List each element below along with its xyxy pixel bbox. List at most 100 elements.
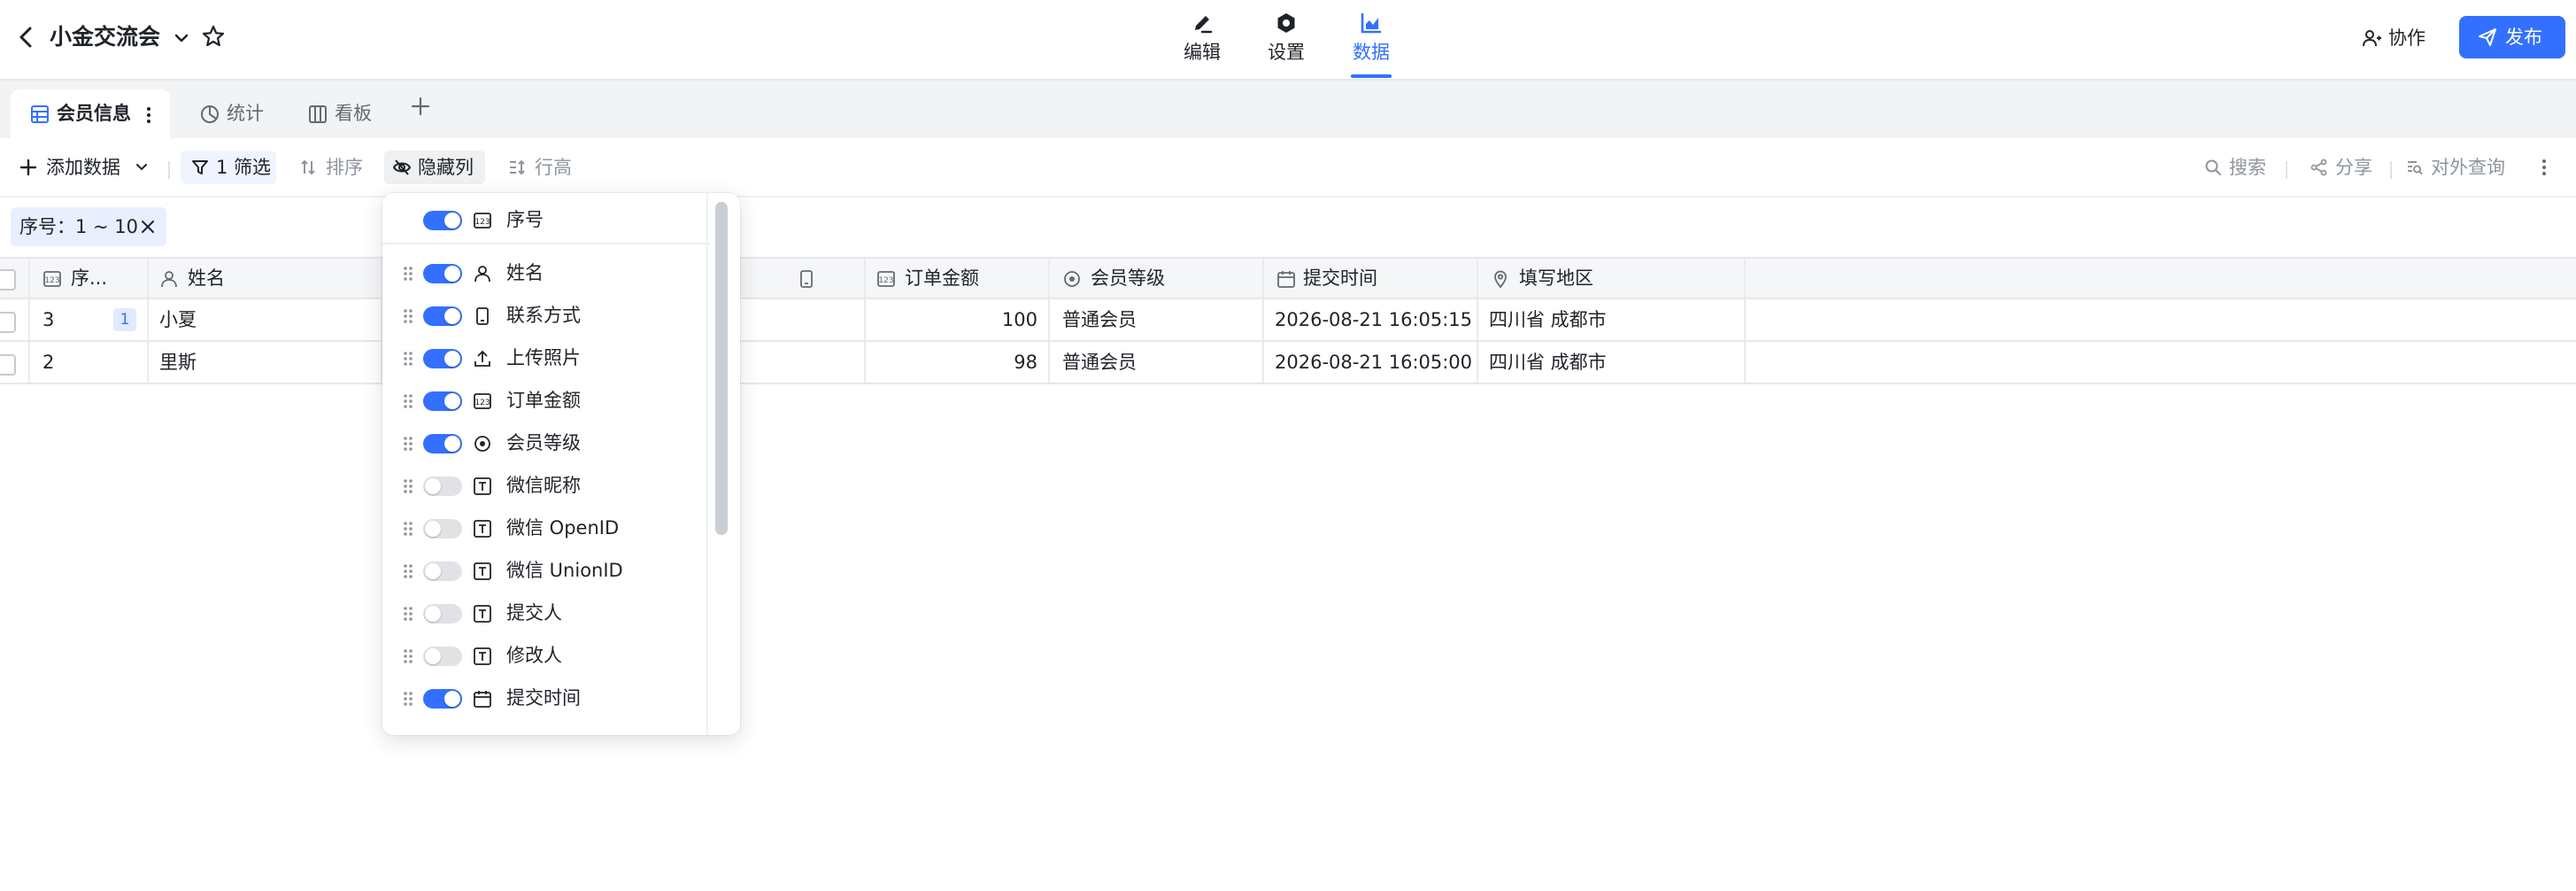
visibility-toggle[interactable] bbox=[423, 689, 462, 709]
calendar-field-icon bbox=[1276, 269, 1296, 289]
drag-handle-icon[interactable] bbox=[402, 264, 414, 283]
field-visibility-row[interactable]: 微信昵称 bbox=[382, 466, 710, 505]
field-visibility-row[interactable]: 姓名 bbox=[382, 253, 710, 292]
collaborators-icon bbox=[2362, 27, 2383, 49]
region-cell[interactable]: 四川省 成都市 bbox=[1478, 342, 1746, 383]
column-header-name[interactable]: 姓名 bbox=[149, 259, 382, 298]
hide-columns-button[interactable]: 隐藏列 bbox=[384, 151, 485, 184]
field-visibility-row[interactable]: 修改人 bbox=[382, 636, 710, 675]
row-checkbox[interactable] bbox=[0, 354, 16, 376]
panel-divider bbox=[382, 243, 710, 244]
visibility-toggle[interactable] bbox=[423, 391, 462, 411]
column-header-submit-time[interactable]: 提交时间 bbox=[1264, 259, 1478, 298]
drag-handle-icon[interactable] bbox=[402, 647, 414, 666]
visibility-toggle[interactable] bbox=[423, 211, 462, 230]
field-visibility-label: 联系方式 bbox=[506, 305, 581, 326]
drag-handle-icon[interactable] bbox=[402, 306, 414, 326]
nav-tab-data[interactable]: 数据 bbox=[1331, 7, 1411, 71]
sort-icon bbox=[299, 159, 317, 176]
search-button[interactable]: 搜索 bbox=[2199, 151, 2275, 184]
settings-icon bbox=[1274, 11, 1299, 35]
top-header: 小金交流会 编辑 设置 数据 协作 发布 bbox=[0, 0, 2576, 81]
field-visibility-row-seq[interactable]: 123 序号 bbox=[382, 200, 710, 239]
visibility-toggle[interactable] bbox=[423, 519, 462, 538]
field-visibility-row[interactable]: 会员等级 bbox=[382, 423, 710, 462]
column-header-seq[interactable]: 123 序... bbox=[30, 259, 149, 298]
drag-handle-icon[interactable] bbox=[402, 391, 414, 411]
filter-button[interactable]: 1 筛选 bbox=[181, 151, 276, 184]
field-visibility-row[interactable]: 微信 UnionID bbox=[382, 551, 710, 590]
submit-time-cell[interactable]: 2026-08-21 16:05:15 bbox=[1264, 299, 1478, 340]
column-header-region[interactable]: 填写地区 bbox=[1478, 259, 1746, 298]
chevron-down-icon[interactable] bbox=[170, 27, 193, 50]
nav-tab-settings[interactable]: 设置 bbox=[1246, 7, 1326, 71]
sheet-tab-stats[interactable]: 统计 bbox=[188, 89, 285, 138]
name-cell[interactable]: 里斯 bbox=[149, 342, 382, 383]
column-header-level[interactable]: 会员等级 bbox=[1050, 259, 1264, 298]
number-field-icon: 123 bbox=[876, 269, 896, 289]
row-height-button[interactable]: 行高 bbox=[503, 151, 582, 184]
field-visibility-row[interactable]: 微信 OpenID bbox=[382, 508, 710, 547]
field-visibility-row[interactable]: 联系方式 bbox=[382, 296, 710, 335]
field-visibility-row[interactable]: 提交时间 bbox=[382, 678, 710, 717]
seq-cell[interactable]: 3 1 bbox=[30, 299, 149, 340]
toolbar-divider bbox=[168, 161, 170, 179]
back-arrow-icon[interactable] bbox=[12, 21, 39, 53]
add-data-button[interactable]: 添加数据 bbox=[12, 151, 154, 184]
star-favorite-icon[interactable] bbox=[200, 23, 227, 50]
visibility-toggle[interactable] bbox=[423, 349, 462, 368]
text-field-icon bbox=[473, 476, 492, 496]
drag-handle-icon[interactable] bbox=[402, 562, 414, 581]
comment-count-badge[interactable]: 1 bbox=[113, 308, 136, 331]
location-field-icon bbox=[1491, 269, 1510, 289]
field-visibility-row[interactable]: 123 订单金额 bbox=[382, 381, 710, 420]
publish-button[interactable]: 发布 bbox=[2459, 16, 2565, 58]
column-header-amount[interactable]: 123 订单金额 bbox=[866, 259, 1050, 298]
sort-button[interactable]: 排序 bbox=[294, 151, 374, 184]
add-sheet-plus-icon[interactable] bbox=[409, 95, 432, 118]
external-query-button[interactable]: 对外查询 bbox=[2401, 151, 2518, 184]
submit-time-value: 2026-08-21 16:05:15 bbox=[1275, 309, 1473, 330]
more-dots-icon[interactable] bbox=[145, 105, 152, 125]
nav-tab-edit[interactable]: 编辑 bbox=[1162, 7, 1242, 71]
visibility-toggle[interactable] bbox=[423, 306, 462, 326]
amount-cell[interactable]: 100 bbox=[866, 299, 1050, 340]
more-options-icon[interactable] bbox=[2541, 158, 2548, 177]
scrollbar-thumb[interactable] bbox=[715, 202, 728, 535]
seq-cell[interactable]: 2 bbox=[30, 342, 149, 383]
name-cell[interactable]: 小夏 bbox=[149, 299, 382, 340]
filter-condition-chip[interactable]: 序号：1 ~ 10 bbox=[11, 207, 166, 246]
sheet-tab-members[interactable]: 会员信息 bbox=[11, 89, 170, 138]
visibility-toggle[interactable] bbox=[423, 434, 462, 453]
calendar-field-icon bbox=[473, 689, 492, 709]
drag-handle-icon[interactable] bbox=[402, 519, 414, 538]
region-cell[interactable]: 四川省 成都市 bbox=[1478, 299, 1746, 340]
collaborate-button[interactable]: 协作 bbox=[2355, 16, 2464, 60]
visibility-toggle[interactable] bbox=[423, 647, 462, 666]
person-field-icon bbox=[159, 269, 179, 289]
drag-handle-icon[interactable] bbox=[402, 476, 414, 496]
drag-handle-icon[interactable] bbox=[402, 604, 414, 624]
sheet-tab-kanban[interactable]: 看板 bbox=[296, 89, 393, 138]
visibility-toggle[interactable] bbox=[423, 604, 462, 624]
drag-handle-icon[interactable] bbox=[402, 434, 414, 453]
level-cell[interactable]: 普通会员 bbox=[1050, 342, 1264, 383]
submit-time-cell[interactable]: 2026-08-21 16:05:00 bbox=[1264, 342, 1478, 383]
row-checkbox[interactable] bbox=[0, 312, 16, 333]
drag-handle-icon[interactable] bbox=[402, 689, 414, 709]
region-value: 四川省 成都市 bbox=[1489, 309, 1607, 330]
visibility-toggle[interactable] bbox=[423, 562, 462, 581]
field-visibility-row[interactable]: 提交人 bbox=[382, 593, 710, 632]
select-all-checkbox[interactable] bbox=[0, 269, 16, 291]
field-visibility-row[interactable]: 上传照片 bbox=[382, 338, 710, 377]
seq-value: 3 bbox=[42, 309, 55, 330]
hide-columns-panel: 123 序号 姓名联系方式上传照片 123 订单金额 会员等级微信昵称 微信 OpenI… bbox=[382, 193, 740, 735]
visibility-toggle[interactable] bbox=[423, 476, 462, 496]
amount-cell[interactable]: 98 bbox=[866, 342, 1050, 383]
drag-handle-icon[interactable] bbox=[402, 349, 414, 368]
visibility-toggle[interactable] bbox=[423, 264, 462, 283]
share-button[interactable]: 分享 bbox=[2305, 151, 2381, 184]
column-header-label: 填写地区 bbox=[1519, 267, 1593, 289]
close-icon[interactable] bbox=[140, 219, 156, 235]
level-cell[interactable]: 普通会员 bbox=[1050, 299, 1264, 340]
